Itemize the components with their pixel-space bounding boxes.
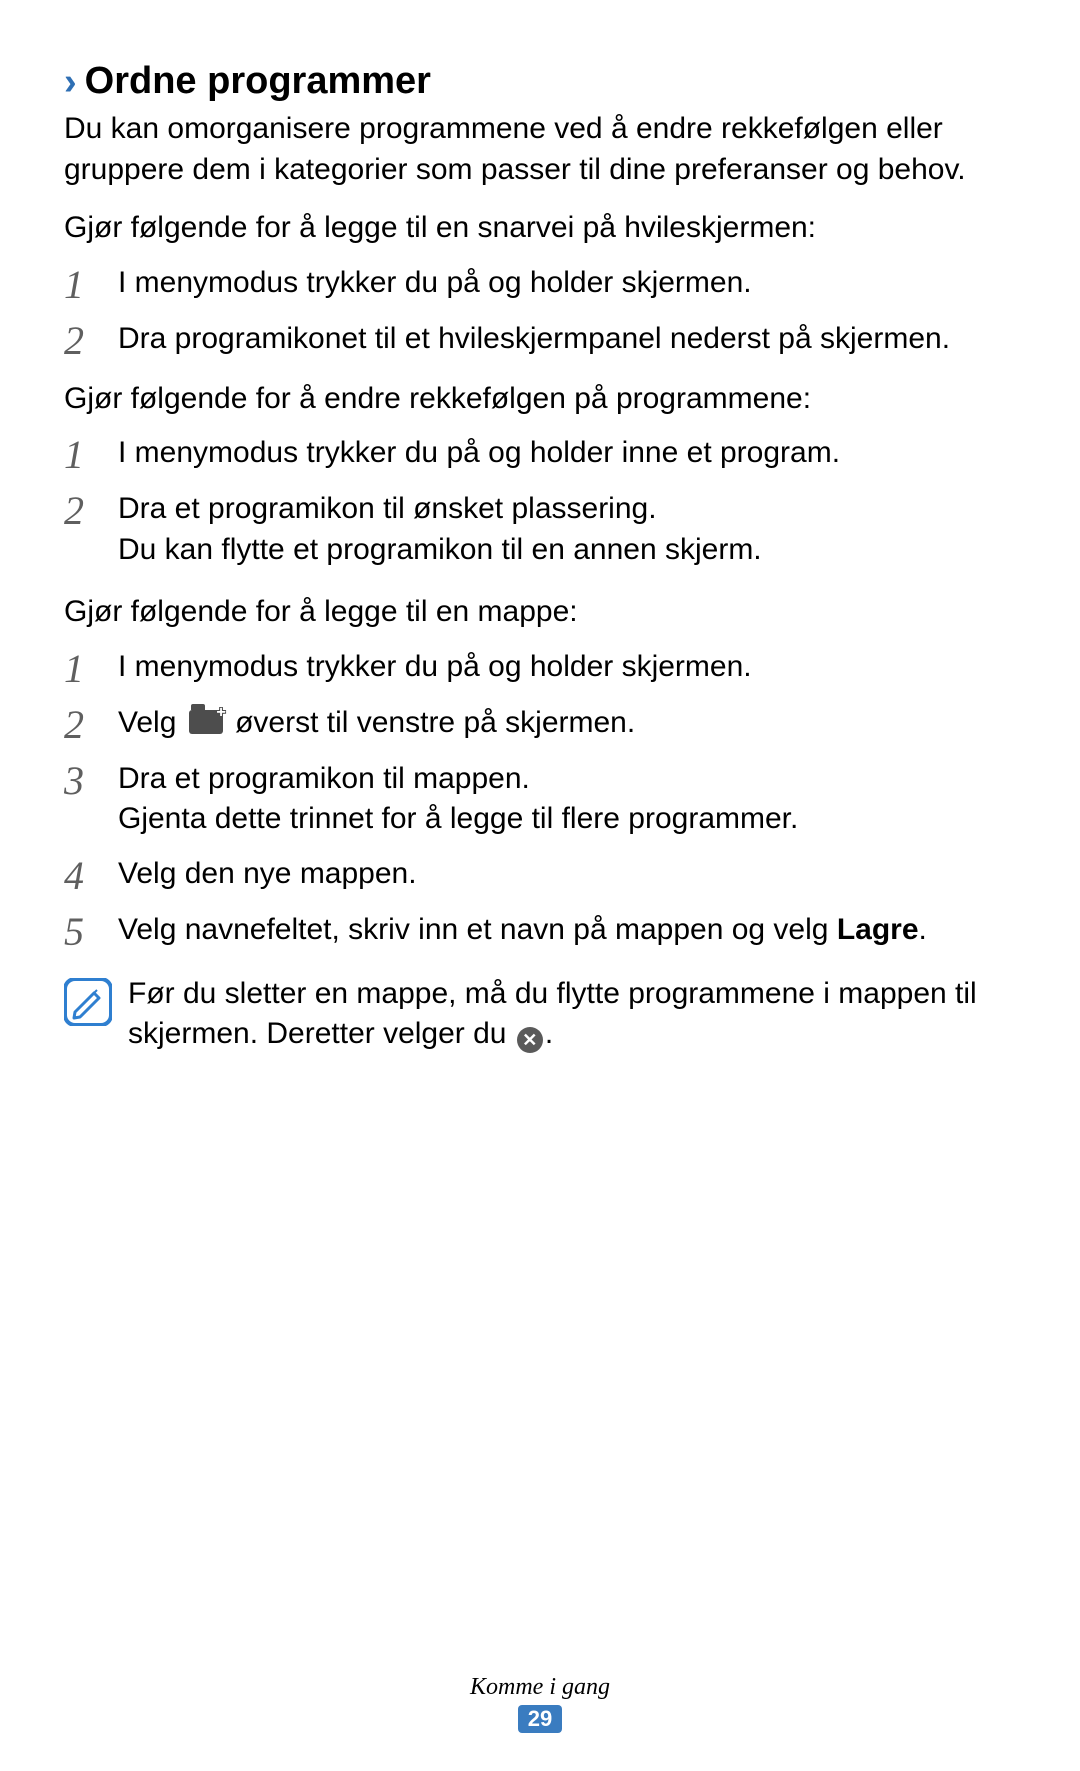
step-text-before: Velg navnefeltet, skriv inn et navn på m…	[118, 913, 837, 946]
step-number: 1	[64, 263, 118, 305]
section2-step2: 2 Dra et programikon til ønsket plasseri…	[64, 489, 1016, 570]
chevron-icon: ›	[64, 63, 77, 101]
step-text: I menymodus trykker du på og holder skje…	[118, 263, 1016, 304]
section3-step2: 2 Velg + øverst til venstre på skjermen.	[64, 703, 1016, 745]
add-folder-icon: +	[189, 710, 223, 734]
step-number: 4	[64, 854, 118, 896]
section1-step2: 2 Dra programikonet til et hvileskjermpa…	[64, 319, 1016, 361]
heading-text: Ordne programmer	[85, 60, 431, 103]
section3-step1: 1 I menymodus trykker du på og holder sk…	[64, 647, 1016, 689]
step-number: 3	[64, 759, 118, 801]
step-number: 5	[64, 910, 118, 952]
section2-lead: Gjør følgende for å endre rekkefølgen på…	[64, 379, 1016, 420]
step-text: I menymodus trykker du på og holder skje…	[118, 647, 1016, 688]
step-text-bold: Lagre	[837, 913, 919, 946]
intro-paragraph: Du kan omorganisere programmene ved å en…	[64, 109, 1016, 190]
step-number: 2	[64, 489, 118, 531]
note-text-after: .	[545, 1017, 553, 1050]
step-line1: Dra et programikon til mappen.	[118, 762, 530, 795]
step-line1: Dra et programikon til ønsket plassering…	[118, 492, 657, 525]
step-number: 1	[64, 647, 118, 689]
step-line2: Gjenta dette trinnet for å legge til fle…	[118, 799, 1016, 840]
step-number: 2	[64, 703, 118, 745]
step-text-after: øverst til venstre på skjermen.	[227, 706, 635, 739]
step-text: Velg + øverst til venstre på skjermen.	[118, 703, 1016, 744]
section1-lead: Gjør følgende for å legge til en snarvei…	[64, 208, 1016, 249]
step-text: Velg den nye mappen.	[118, 854, 1016, 895]
step-text: Dra programikonet til et hvileskjermpane…	[118, 319, 1016, 360]
note-text: Før du sletter en mappe, må du flytte pr…	[128, 974, 1016, 1055]
step-text-after: .	[919, 913, 927, 946]
step-line2: Du kan flytte et programikon til en anne…	[118, 530, 1016, 571]
section3-step3: 3 Dra et programikon til mappen. Gjenta …	[64, 759, 1016, 840]
note-icon	[64, 978, 112, 1026]
note-block: Før du sletter en mappe, må du flytte pr…	[64, 974, 1016, 1055]
page-footer: Komme i gang 29	[0, 1674, 1080, 1733]
section3-step5: 5 Velg navnefeltet, skriv inn et navn på…	[64, 910, 1016, 952]
section1-step1: 1 I menymodus trykker du på og holder sk…	[64, 263, 1016, 305]
section3-step4: 4 Velg den nye mappen.	[64, 854, 1016, 896]
section-heading: › Ordne programmer	[64, 60, 1016, 103]
step-text: Dra et programikon til mappen. Gjenta de…	[118, 759, 1016, 840]
step-text: I menymodus trykker du på og holder inne…	[118, 433, 1016, 474]
section3-lead: Gjør følgende for å legge til en mappe:	[64, 592, 1016, 633]
step-text: Dra et programikon til ønsket plassering…	[118, 489, 1016, 570]
page-number: 29	[518, 1705, 562, 1733]
step-number: 2	[64, 319, 118, 361]
section2-step1: 1 I menymodus trykker du på og holder in…	[64, 433, 1016, 475]
close-icon	[517, 1027, 543, 1053]
step-number: 1	[64, 433, 118, 475]
step-text-before: Velg	[118, 706, 185, 739]
step-text: Velg navnefeltet, skriv inn et navn på m…	[118, 910, 1016, 951]
footer-chapter: Komme i gang	[0, 1674, 1080, 1701]
